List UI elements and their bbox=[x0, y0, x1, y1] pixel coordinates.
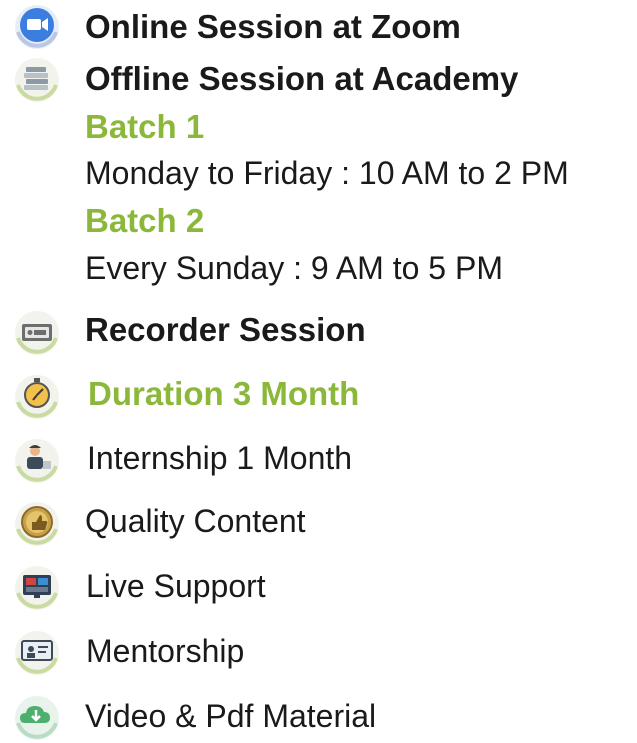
online-session-label: Online Session at Zoom bbox=[85, 8, 461, 45]
offline-session-label: Offline Session at Academy bbox=[85, 60, 519, 97]
books-stack-icon bbox=[12, 55, 62, 105]
zoom-camera-icon bbox=[12, 2, 62, 52]
stopwatch-icon bbox=[12, 372, 62, 422]
mentor-board-icon bbox=[12, 628, 62, 678]
duration-label: Duration 3 Month bbox=[88, 375, 360, 412]
batch-1-schedule: Monday to Friday : 10 AM to 2 PM bbox=[85, 155, 569, 191]
quality-content-label: Quality Content bbox=[85, 503, 306, 539]
batch-2-schedule: Every Sunday : 9 AM to 5 PM bbox=[85, 250, 503, 286]
batch-1-title: Batch 1 bbox=[85, 108, 205, 145]
thumbs-up-icon bbox=[12, 499, 62, 549]
intern-person-icon bbox=[12, 436, 62, 486]
internship-label: Internship 1 Month bbox=[87, 440, 353, 476]
live-support-label: Live Support bbox=[86, 568, 266, 604]
live-support-icon bbox=[12, 563, 62, 613]
video-pdf-material-label: Video & Pdf Material bbox=[85, 698, 377, 734]
recorded-session-label: Recorder Session bbox=[85, 311, 366, 348]
batch-2-title: Batch 2 bbox=[85, 202, 205, 239]
mentorship-label: Mentorship bbox=[86, 633, 245, 669]
cloud-download-icon bbox=[12, 693, 62, 743]
rec-screen-icon bbox=[12, 308, 62, 358]
